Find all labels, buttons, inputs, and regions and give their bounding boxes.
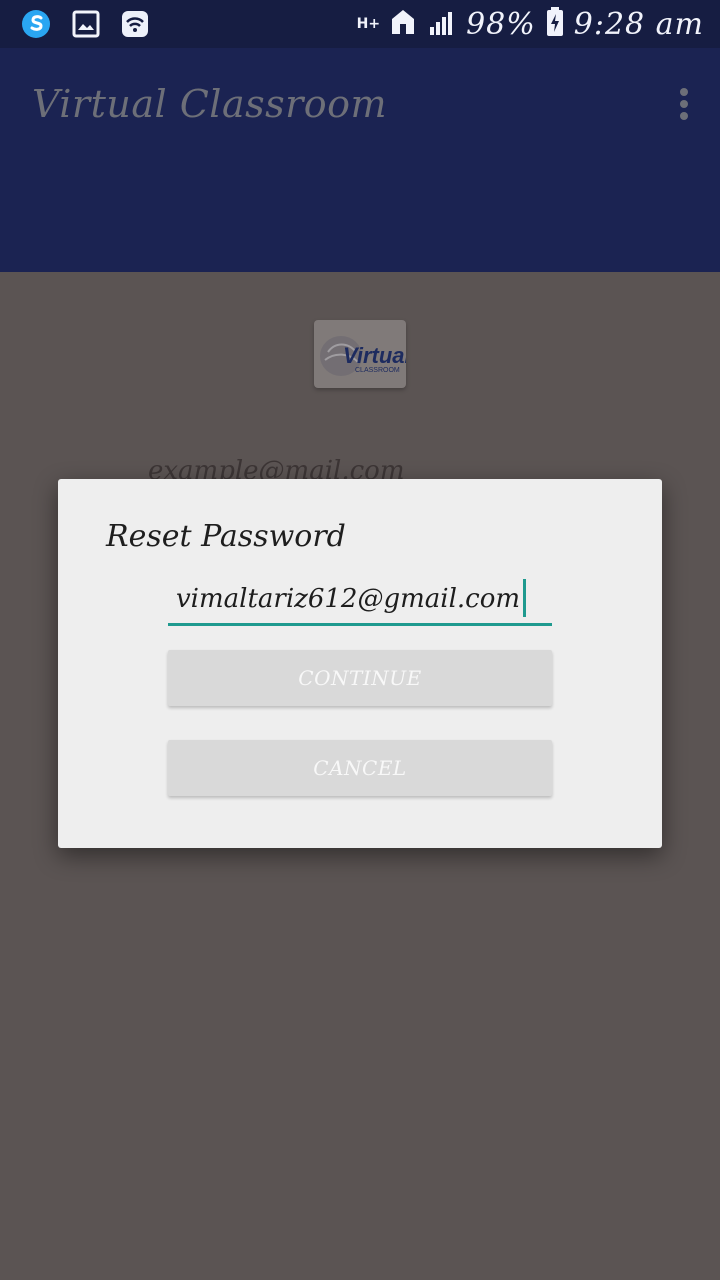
overflow-menu-icon[interactable] (678, 86, 690, 122)
battery-percentage: 98% (466, 6, 536, 42)
virtual-classroom-logo: Virtual CLASSROOM (314, 320, 412, 388)
network-type-icon: H+ (357, 16, 380, 32)
app-title: Virtual Classroom (32, 82, 388, 126)
header-extension (0, 160, 720, 272)
status-left-icons (20, 8, 150, 44)
continue-button[interactable]: CONTINUE (168, 650, 552, 706)
logo-primary-text: Virtual (343, 343, 406, 368)
home-signal-icon (390, 7, 416, 41)
status-right-icons: H+ 98% 9:28 am (357, 6, 704, 42)
email-input[interactable] (168, 575, 552, 623)
sync-app-icon (20, 8, 52, 44)
image-notification-icon (72, 10, 100, 42)
logo-secondary-text: CLASSROOM (355, 367, 400, 374)
text-cursor (523, 579, 526, 617)
signal-strength-icon (426, 7, 456, 41)
dialog-title: Reset Password (106, 519, 346, 554)
status-time: 9:28 am (573, 6, 704, 42)
wifi-icon (120, 9, 150, 43)
email-field[interactable] (168, 575, 552, 626)
app-bar: Virtual Classroom (0, 48, 720, 160)
reset-password-dialog: Reset Password CONTINUE CANCEL (58, 479, 662, 848)
battery-icon (546, 6, 564, 42)
network-type-label: H+ (356, 16, 381, 32)
cancel-button[interactable]: CANCEL (168, 740, 552, 796)
status-bar: H+ 98% 9:28 am (0, 0, 720, 48)
